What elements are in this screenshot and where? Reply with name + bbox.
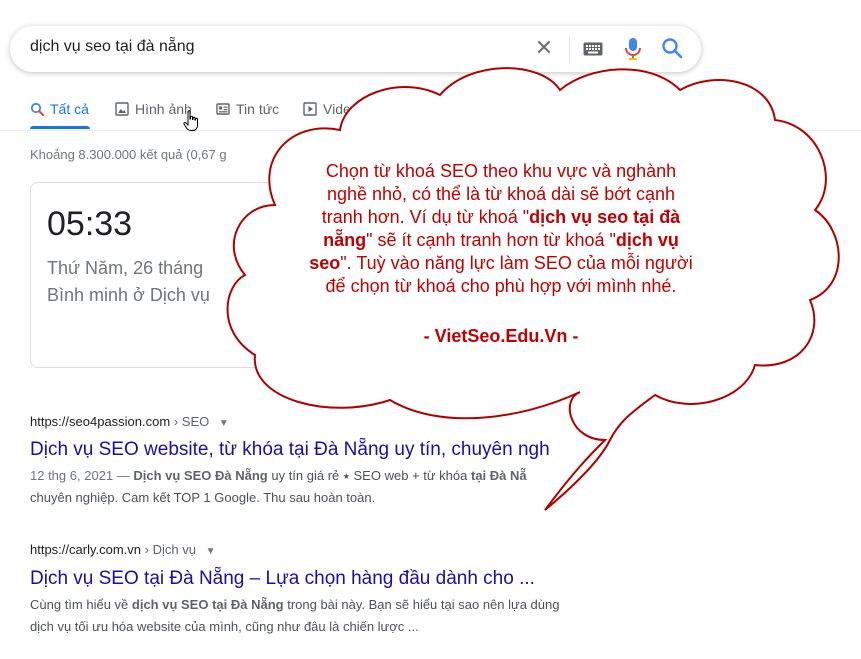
- callout-bold: dịch vụ seo tại đà: [529, 207, 681, 227]
- callout-line: nghề nhỏ, có thể là từ khoá dài sẽ bớt c…: [326, 184, 676, 204]
- callout-bold: dịch vụ: [615, 230, 679, 250]
- callout-line: Chọn từ khoá SEO theo khu vực và nghành: [325, 161, 677, 181]
- callout-text-part: " sẽ ít cạnh tranh hơn từ khoá ": [366, 230, 616, 250]
- callout-text-part: tranh hơn. Ví dụ từ khoá ": [321, 207, 530, 227]
- callout-bold: seo: [309, 253, 341, 273]
- callout-line: để chọn từ khoá cho phù hợp với mình nhé…: [325, 276, 677, 296]
- callout-text: Chọn từ khoá SEO theo khu vực và nghành …: [268, 160, 734, 298]
- callout-signature: - VietSeo.Edu.Vn -: [423, 326, 579, 346]
- callout-text-part: ". Tuỳ vào năng lực làm SEO của mỗi ngườ…: [340, 253, 693, 273]
- callout-bold: nẵng: [323, 230, 367, 250]
